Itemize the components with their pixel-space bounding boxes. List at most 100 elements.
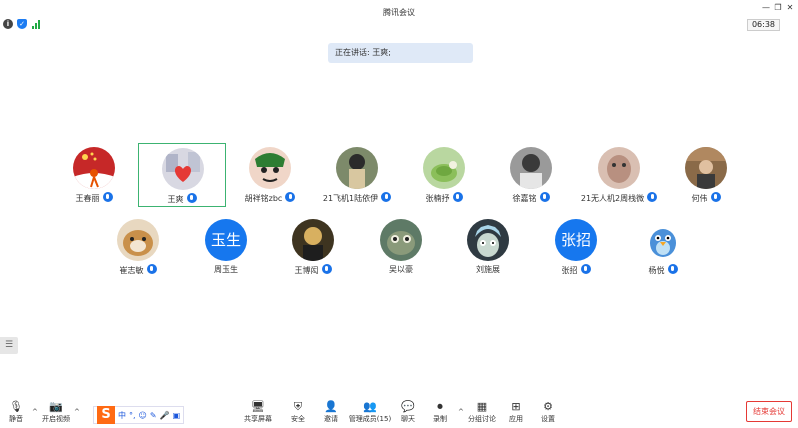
- mic-icon: [321, 264, 332, 274]
- participant-avatar: 玉生: [205, 219, 247, 261]
- participant-tile[interactable]: 张楠抒: [400, 143, 488, 207]
- record-options-caret-icon[interactable]: ^: [458, 408, 464, 416]
- security-shield-icon: ⛨: [293, 400, 303, 413]
- participant-avatar: [162, 148, 204, 190]
- participant-name-row: 张楠抒: [400, 192, 488, 205]
- participant-avatar: [249, 147, 291, 189]
- mic-icon: [580, 264, 591, 274]
- microphone-icon: 🎙: [9, 400, 23, 413]
- participant-avatar: [685, 147, 727, 189]
- participant-avatar: [423, 147, 465, 189]
- ime-logo-icon: S: [97, 406, 115, 424]
- participant-tile[interactable]: 王博闳: [269, 215, 357, 279]
- window-title: 腾讯会议: [383, 8, 415, 17]
- info-icon[interactable]: i: [3, 19, 13, 29]
- participant-tile[interactable]: 王爽: [138, 143, 226, 207]
- participant-name-row: 王博闳: [269, 264, 357, 277]
- participant-avatar: [292, 219, 334, 261]
- restore-icon[interactable]: ❐: [772, 2, 784, 14]
- participant-name-row: 吴以豪: [389, 265, 413, 274]
- ime-toolbox-icon[interactable]: ▣: [173, 411, 181, 420]
- participant-name-row: 何伟: [662, 192, 750, 205]
- participant-avatar: [467, 219, 509, 261]
- participant-name-row: 胡祥铭zbc: [226, 192, 314, 205]
- participant-tile[interactable]: 21飞机1陆依伊: [313, 143, 401, 207]
- mic-icon: [381, 192, 392, 202]
- participant-tile[interactable]: 吴以豪: [357, 215, 445, 279]
- security-button[interactable]: ⛨ 安全: [288, 400, 308, 424]
- participant-name-row: 21无人机2周栈微: [575, 192, 663, 205]
- mic-icon: [647, 192, 658, 202]
- signal-icon[interactable]: [31, 19, 41, 29]
- participant-tile[interactable]: 玉生 周玉生: [182, 215, 270, 279]
- mic-icon: [285, 192, 296, 202]
- ime-pen-icon[interactable]: ✎: [150, 411, 157, 420]
- ime-punctuation-icon[interactable]: °,: [129, 411, 136, 420]
- ime-emoji-icon[interactable]: ☺: [139, 411, 147, 420]
- apps-grid-icon: ⊞: [511, 400, 521, 413]
- share-screen-button[interactable]: 🖥 共享屏幕: [244, 400, 272, 424]
- participant-tile[interactable]: 21无人机2周栈微: [575, 143, 663, 207]
- invite-button[interactable]: 👤 邀请: [321, 400, 341, 424]
- video-options-caret-icon[interactable]: ^: [74, 408, 80, 416]
- ime-voice-icon[interactable]: 🎤: [160, 411, 170, 420]
- ime-mode[interactable]: 中: [118, 410, 126, 421]
- participant-name-row: 王春丽: [50, 192, 138, 205]
- start-video-button[interactable]: 📷 开启视频: [40, 400, 72, 424]
- manage-members-button[interactable]: 👥 管理成员(15): [348, 400, 392, 424]
- meeting-timer: 06:38: [746, 19, 780, 31]
- participant-avatar: 张招: [555, 219, 597, 261]
- participant-name-row: 王爽: [139, 193, 225, 206]
- breakout-rooms-button[interactable]: ▦ 分组讨论: [467, 400, 497, 424]
- share-screen-icon: 🖥: [251, 400, 265, 413]
- mic-icon: [539, 192, 550, 202]
- record-icon: ⏺: [437, 400, 443, 413]
- mic-icon: [452, 192, 463, 202]
- participant-tile[interactable]: 崔志敏: [94, 215, 182, 279]
- mic-icon: [186, 193, 197, 203]
- mute-button[interactable]: 🎙 静音: [6, 400, 26, 424]
- shield-icon[interactable]: ✓: [17, 19, 27, 29]
- apps-button[interactable]: ⊞ 应用: [506, 400, 526, 424]
- breakout-icon: ▦: [476, 400, 488, 413]
- settings-button[interactable]: ⚙ 设置: [538, 400, 558, 424]
- mic-icon: [102, 192, 113, 202]
- chat-button[interactable]: 💬 聊天: [398, 400, 418, 424]
- participant-name-row: 刘施展: [476, 265, 500, 274]
- record-button[interactable]: ⏺ 录制: [430, 400, 450, 424]
- participant-avatar: [336, 147, 378, 189]
- status-icons: i ✓: [3, 19, 41, 31]
- participant-name-row: 崔志敏: [94, 264, 182, 277]
- participant-avatar: [642, 219, 684, 261]
- end-meeting-button[interactable]: 结束会议: [746, 401, 792, 422]
- member-list-toggle-icon[interactable]: ☰: [0, 337, 18, 354]
- title-bar: 腾讯会议 — ❐ ✕: [0, 0, 798, 17]
- ime-toolbar[interactable]: S 中 °, ☺ ✎ 🎤 ▣: [93, 406, 185, 424]
- audio-options-caret-icon[interactable]: ^: [32, 408, 38, 416]
- participant-avatar: [510, 147, 552, 189]
- chat-icon: 💬: [401, 400, 415, 413]
- participant-avatar: [117, 219, 159, 261]
- invite-icon: 👤: [324, 400, 338, 413]
- participant-name-row: 杨悦: [619, 264, 707, 277]
- minimize-icon[interactable]: —: [760, 2, 772, 14]
- participant-tile[interactable]: 徐嘉铭: [487, 143, 575, 207]
- participant-tile[interactable]: 张招 张招: [532, 215, 620, 279]
- participant-tile[interactable]: 刘施展: [444, 215, 532, 279]
- mic-icon: [710, 192, 721, 202]
- mic-icon: [146, 264, 157, 274]
- gear-icon: ⚙: [543, 400, 553, 413]
- members-icon: 👥: [363, 400, 377, 413]
- close-icon[interactable]: ✕: [784, 2, 796, 14]
- participant-name-row: 周玉生: [214, 265, 238, 274]
- meeting-window: 腾讯会议 — ❐ ✕ i ✓ 06:38 正在讲话: 王爽; 王春丽 王爽 胡祥…: [0, 0, 798, 428]
- mic-icon: [667, 264, 678, 274]
- participant-avatar: [73, 147, 115, 189]
- participant-name-row: 徐嘉铭: [487, 192, 575, 205]
- speaking-banner: 正在讲话: 王爽;: [328, 43, 473, 63]
- participant-tile[interactable]: 杨悦: [619, 215, 707, 279]
- participant-name-row: 21飞机1陆依伊: [313, 192, 401, 205]
- participant-tile[interactable]: 胡祥铭zbc: [226, 143, 314, 207]
- participant-tile[interactable]: 何伟: [662, 143, 750, 207]
- participant-tile[interactable]: 王春丽: [50, 143, 138, 207]
